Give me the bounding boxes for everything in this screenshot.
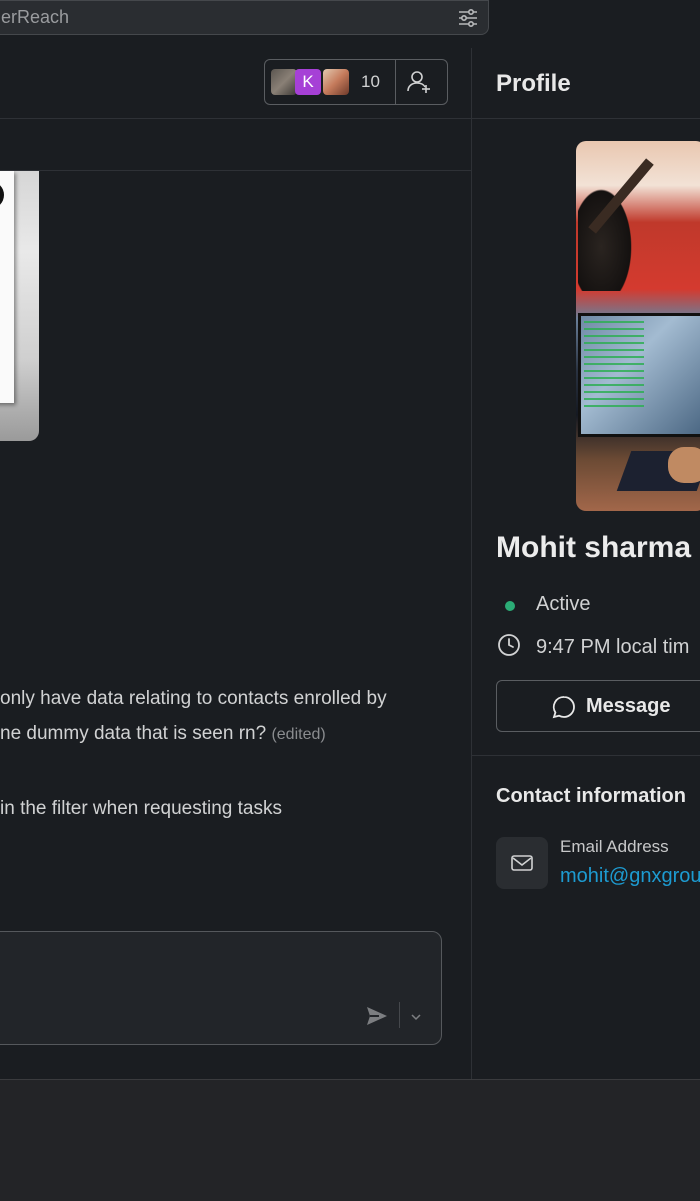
avatar [323, 69, 349, 95]
edited-label: (edited) [271, 726, 326, 743]
profile-photo[interactable] [576, 141, 700, 511]
message-line: only have data relating to contacts enro… [0, 688, 387, 709]
photo-detail [584, 321, 644, 411]
member-count: 10 [361, 72, 380, 91]
channel-view: K 10 only have data relating to contacts… [0, 48, 472, 1079]
bottom-area [0, 1079, 700, 1201]
mail-icon [511, 855, 533, 871]
message-line: ne dummy data that is seen rn? (edited) [0, 723, 326, 745]
chevron-down-icon[interactable] [409, 1010, 423, 1024]
message-button[interactable]: Message [496, 680, 700, 732]
divider [472, 755, 700, 756]
email-label: Email Address [560, 837, 669, 856]
divider [399, 1002, 400, 1028]
profile-header: Profile [472, 48, 700, 119]
email-icon-box [496, 837, 548, 889]
send-icon[interactable] [365, 1004, 389, 1028]
message-button-label: Message [586, 695, 671, 717]
channel-subheader [0, 118, 471, 171]
avatar [271, 69, 297, 95]
message-composer[interactable] [0, 931, 442, 1045]
clock-icon [498, 634, 520, 656]
add-person-icon [407, 71, 430, 93]
top-bar: erReach [0, 0, 700, 49]
search-bar[interactable]: erReach [0, 0, 489, 35]
local-time: 9:47 PM local tim [536, 636, 690, 658]
panel-title: Profile [496, 70, 571, 97]
message-bubble-icon [552, 696, 575, 719]
search-text: erReach [1, 7, 70, 27]
photo-detail [578, 181, 636, 291]
image-attachment[interactable] [0, 171, 39, 441]
photo-detail [668, 447, 700, 483]
profile-panel: Profile Mohit sharma Active 9:47 PM loca… [472, 48, 700, 1079]
email-link[interactable]: mohit@gnxgrou [560, 865, 700, 888]
message-line: in the filter when requesting tasks [0, 798, 282, 819]
channel-header: K 10 [0, 48, 471, 119]
message-text: ne dummy data that is seen rn? [0, 723, 267, 744]
status-text: Active [536, 593, 591, 615]
profile-name: Mohit sharma [496, 531, 692, 564]
avatar: K [295, 69, 321, 95]
image-content [0, 171, 14, 403]
image-shape [0, 181, 4, 209]
active-status-dot [505, 601, 515, 611]
add-member-button[interactable] [396, 60, 442, 104]
members-button[interactable]: K 10 [264, 59, 448, 105]
contact-info-heading: Contact information [496, 785, 686, 807]
filter-icon[interactable] [457, 7, 479, 29]
